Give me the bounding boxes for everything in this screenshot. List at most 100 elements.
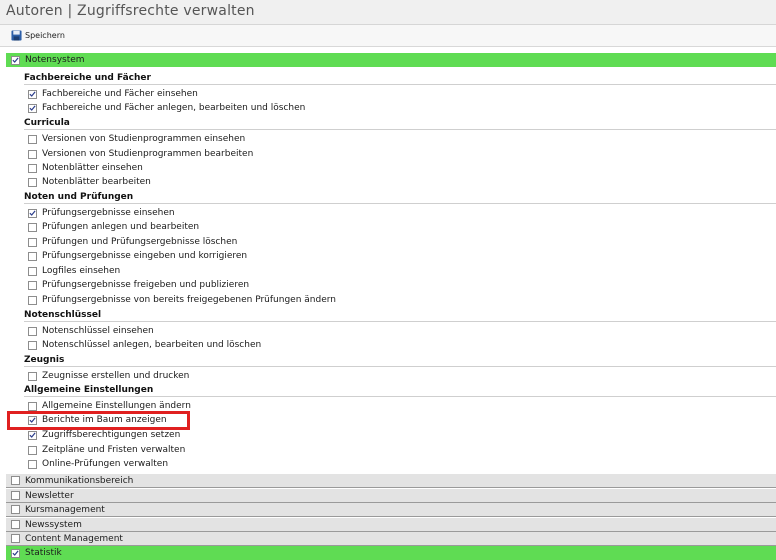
permission-item[interactable]: Prüfungsergebnisse von bereits freigegeb… xyxy=(28,293,336,307)
group-title-curricula: Curricula xyxy=(24,116,776,130)
floppy-disk-icon xyxy=(11,30,22,41)
module-kursmanagement[interactable]: Kursmanagement xyxy=(6,503,776,517)
checkmark-icon xyxy=(12,550,19,556)
permission-checkbox[interactable] xyxy=(28,177,37,187)
permission-item[interactable]: Notenblätter einsehen xyxy=(28,161,143,175)
permission-item[interactable]: Zeugnisse erstellen und drucken xyxy=(28,369,189,383)
permission-item[interactable]: Notenschlüssel anlegen, bearbeiten und l… xyxy=(28,338,261,352)
permission-checkbox[interactable] xyxy=(28,430,37,440)
module-kommunikation-checkbox[interactable] xyxy=(11,476,20,485)
module-newssystem-checkbox[interactable] xyxy=(11,520,20,529)
permission-checkbox[interactable] xyxy=(28,401,37,411)
permission-label: Zugriffsberechtigungen setzen xyxy=(42,430,181,440)
permission-checkbox[interactable] xyxy=(28,103,37,113)
module-newssystem[interactable]: Newssystem xyxy=(6,518,776,532)
module-newsletter[interactable]: Newsletter xyxy=(6,489,776,503)
save-button[interactable]: Speichern xyxy=(11,30,65,41)
module-content-checkbox[interactable] xyxy=(11,534,20,543)
permission-item[interactable]: Logfiles einsehen xyxy=(28,264,120,278)
permission-item[interactable]: Zugriffsberechtigungen setzen xyxy=(28,428,180,442)
permission-label: Notenblätter einsehen xyxy=(42,163,143,173)
permission-checkbox[interactable] xyxy=(28,251,37,261)
permission-label: Versionen von Studienprogrammen bearbeit… xyxy=(42,149,254,159)
permission-checkbox[interactable] xyxy=(28,134,37,144)
permission-checkbox[interactable] xyxy=(28,266,37,276)
permission-item[interactable]: Versionen von Studienprogrammen einsehen xyxy=(28,132,245,146)
permission-label: Allgemeine Einstellungen ändern xyxy=(42,401,191,411)
module-kommunikation[interactable]: Kommunikationsbereich xyxy=(6,474,776,488)
permission-checkbox[interactable] xyxy=(28,222,37,232)
permission-label: Prüfungen anlegen und bearbeiten xyxy=(42,222,200,232)
title-bar: Autoren | Zugriffsrechte verwalten xyxy=(0,0,776,25)
permission-label: Prüfungsergebnisse eingeben und korrigie… xyxy=(42,251,248,261)
permission-checkbox[interactable] xyxy=(28,340,37,350)
permission-label: Notenschlüssel einsehen xyxy=(42,326,154,336)
permission-label: Prüfungsergebnisse von bereits freigegeb… xyxy=(42,295,336,305)
page-title: Autoren | Zugriffsrechte verwalten xyxy=(6,3,255,19)
permission-item[interactable]: Prüfungen und Prüfungsergebnisse löschen xyxy=(28,235,237,249)
group-title-zeugnis: Zeugnis xyxy=(24,353,776,367)
permission-label: Notenblätter bearbeiten xyxy=(42,177,151,187)
module-statistik-label: Statistik xyxy=(25,548,62,558)
permission-checkbox[interactable] xyxy=(28,163,37,173)
permission-checkbox[interactable] xyxy=(28,326,37,336)
permission-checkbox[interactable] xyxy=(28,445,37,455)
module-kursmanagement-checkbox[interactable] xyxy=(11,505,20,514)
permission-label: Prüfungsergebnisse freigeben und publizi… xyxy=(42,280,250,290)
permission-checkbox[interactable] xyxy=(28,208,37,218)
module-notensystem-checkbox[interactable] xyxy=(11,55,20,65)
permission-checkbox[interactable] xyxy=(28,149,37,159)
permission-checkbox[interactable] xyxy=(28,415,37,425)
checkmark-icon xyxy=(29,432,36,438)
module-statistik[interactable]: Statistik xyxy=(6,546,776,560)
toolbar: Speichern xyxy=(0,25,776,47)
permission-label: Zeitpläne und Fristen verwalten xyxy=(42,445,186,455)
save-button-label: Speichern xyxy=(25,31,65,40)
permission-item[interactable]: Versionen von Studienprogrammen bearbeit… xyxy=(28,147,253,161)
permission-label: Prüfungen und Prüfungsergebnisse löschen xyxy=(42,237,238,247)
permission-item[interactable]: Allgemeine Einstellungen ändern xyxy=(28,399,191,413)
permission-item[interactable]: Prüfungen anlegen und bearbeiten xyxy=(28,220,199,234)
permission-item[interactable]: Notenschlüssel einsehen xyxy=(28,324,154,338)
group-title-notenschluessel: Notenschlüssel xyxy=(24,308,776,322)
permission-label: Logfiles einsehen xyxy=(42,266,121,276)
permission-checkbox[interactable] xyxy=(28,371,37,381)
permission-label: Versionen von Studienprogrammen einsehen xyxy=(42,134,246,144)
permission-label: Zeugnisse erstellen und drucken xyxy=(42,371,190,381)
module-content-label: Content Management xyxy=(25,533,123,544)
module-content[interactable]: Content Management xyxy=(6,532,776,546)
permission-item[interactable]: Online-Prüfungen verwalten xyxy=(28,457,168,471)
permission-item[interactable]: Prüfungsergebnisse eingeben und korrigie… xyxy=(28,249,247,263)
permission-checkbox[interactable] xyxy=(28,459,37,469)
permission-item[interactable]: Prüfungsergebnisse einsehen xyxy=(28,206,175,220)
group-title-noten: Noten und Prüfungen xyxy=(24,190,776,204)
group-title-allgemein: Allgemeine Einstellungen xyxy=(24,383,776,397)
module-newsletter-checkbox[interactable] xyxy=(11,491,20,500)
permission-checkbox[interactable] xyxy=(28,280,37,290)
checkmark-icon xyxy=(12,57,19,63)
permission-label: Notenschlüssel anlegen, bearbeiten und l… xyxy=(42,340,262,350)
checkmark-icon xyxy=(29,105,36,111)
permission-checkbox[interactable] xyxy=(28,89,37,99)
module-newssystem-label: Newssystem xyxy=(25,519,82,530)
module-kursmanagement-label: Kursmanagement xyxy=(25,504,105,515)
permission-label: Fachbereiche und Fächer anlegen, bearbei… xyxy=(42,103,306,113)
module-statistik-checkbox[interactable] xyxy=(11,548,20,558)
permission-item[interactable]: Fachbereiche und Fächer anlegen, bearbei… xyxy=(28,101,305,115)
permission-label: Online-Prüfungen verwalten xyxy=(42,459,169,469)
checkmark-icon xyxy=(29,210,36,216)
module-notensystem[interactable]: Notensystem xyxy=(6,53,776,67)
permission-checkbox[interactable] xyxy=(28,237,37,247)
permission-item[interactable]: Notenblätter bearbeiten xyxy=(28,175,151,189)
checkmark-icon xyxy=(29,91,36,97)
module-kommunikation-label: Kommunikationsbereich xyxy=(25,475,134,486)
group-title-fachbereiche: Fachbereiche und Fächer xyxy=(24,71,776,85)
permission-item[interactable]: Prüfungsergebnisse freigeben und publizi… xyxy=(28,278,249,292)
permission-item[interactable]: Berichte im Baum anzeigen xyxy=(28,413,167,427)
module-newsletter-label: Newsletter xyxy=(25,490,74,501)
permission-item[interactable]: Zeitpläne und Fristen verwalten xyxy=(28,443,185,457)
permission-label: Berichte im Baum anzeigen xyxy=(42,415,167,425)
permission-item[interactable]: Fachbereiche und Fächer einsehen xyxy=(28,87,198,101)
permission-checkbox[interactable] xyxy=(28,295,37,305)
permission-label: Fachbereiche und Fächer einsehen xyxy=(42,89,198,99)
